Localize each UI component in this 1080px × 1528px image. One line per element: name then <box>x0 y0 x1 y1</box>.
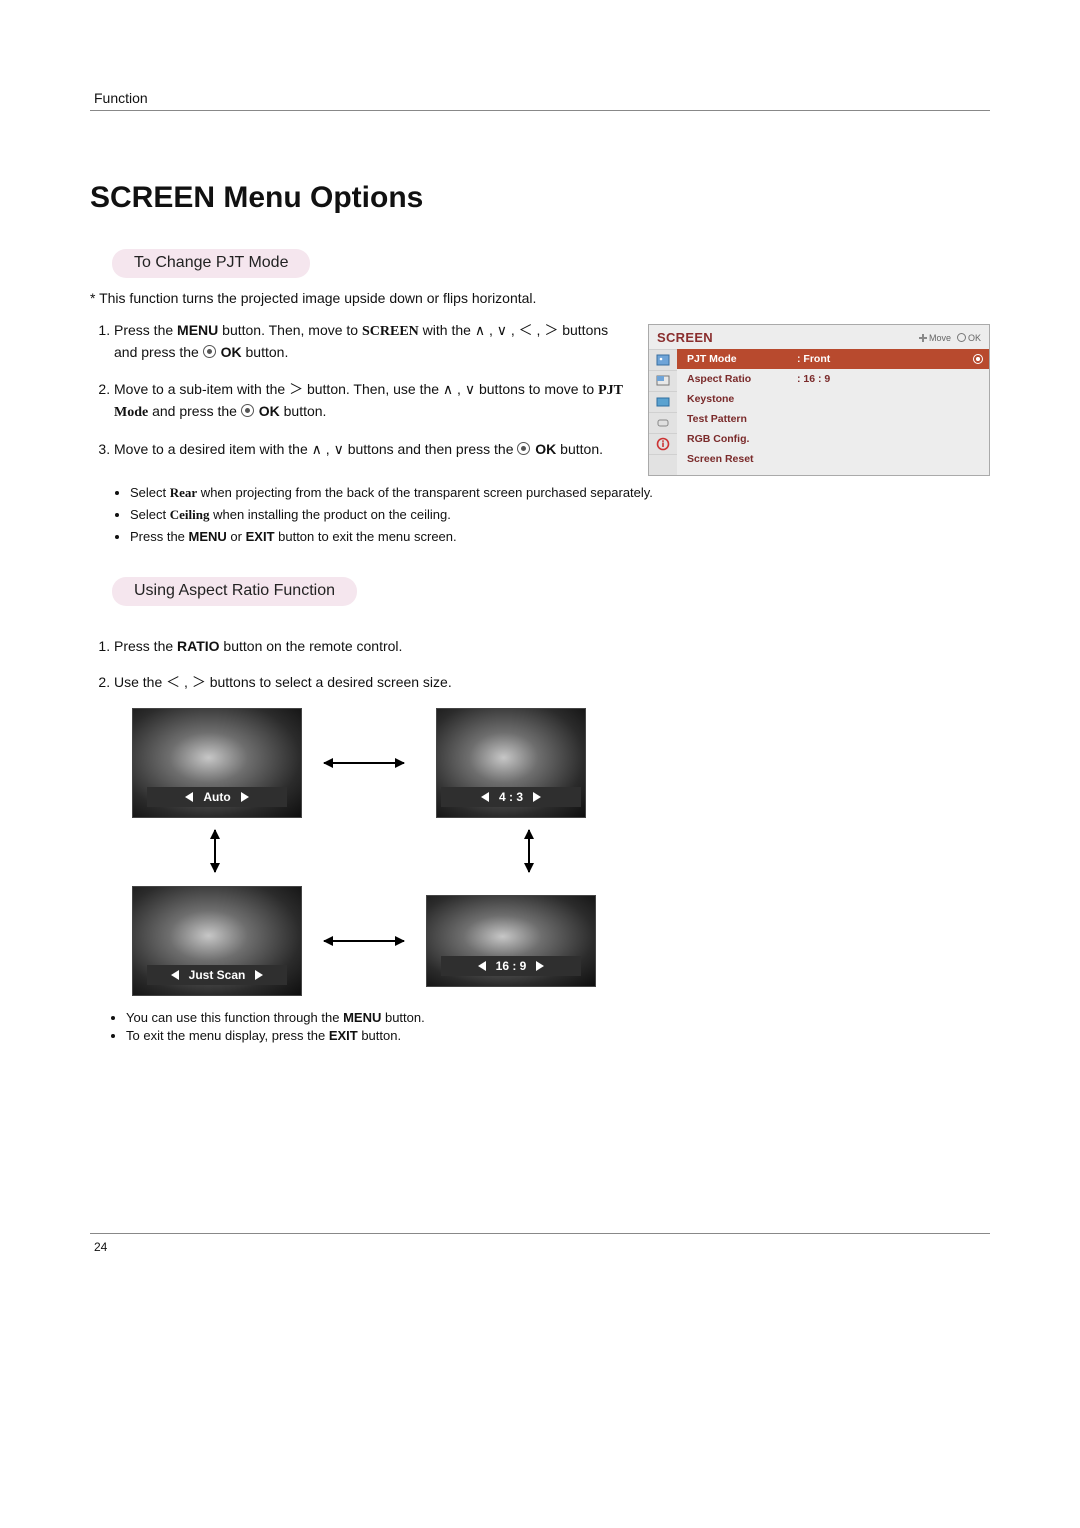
right-arrow-icon <box>536 961 544 971</box>
subsection-aspect-ratio-heading: Using Aspect Ratio Function <box>112 577 357 606</box>
aspect-ratio-diagram: Auto 4 : 3 <box>132 708 612 818</box>
osd-row-test-pattern: Test Pattern <box>677 409 989 429</box>
osd-category-tabs <box>649 349 677 475</box>
double-arrow-v-icon <box>214 830 216 872</box>
pjt-mode-note: * This function turns the projected imag… <box>90 290 990 306</box>
osd-hint-move: Move <box>919 333 951 343</box>
thumb-label-16-9: 16 : 9 <box>441 956 581 976</box>
aspect-ratio-diagram-row2: Just Scan 16 : 9 <box>132 886 612 996</box>
subsection-pjt-mode-heading: To Change PJT Mode <box>112 249 310 278</box>
right-arrow-icon <box>241 792 249 802</box>
pjt-step-1: Press the MENU button. Then, move to SCR… <box>114 320 624 363</box>
page-title: SCREEN Menu Options <box>90 181 990 215</box>
osd-hint-ok: OK <box>957 333 981 343</box>
page-number: 24 <box>90 1240 990 1254</box>
pjt-step-3: Move to a desired item with the ∧ , ∨ bu… <box>114 439 624 459</box>
left-arrow-icon <box>171 970 179 980</box>
osd-tab-blank <box>649 454 677 475</box>
thumb-label-auto: Auto <box>147 787 287 807</box>
osd-tab-screen-icon <box>649 370 677 391</box>
osd-row-pjt-mode: PJT Mode: Front <box>677 349 989 369</box>
osd-row-screen-reset: Screen Reset <box>677 449 989 469</box>
aspect-ratio-bullets: You can use this function through the ME… <box>90 1010 990 1043</box>
pjt-mode-steps: Press the MENU button. Then, move to SCR… <box>90 320 624 459</box>
thumb-auto: Auto <box>132 708 302 818</box>
osd-tab-time-icon <box>649 412 677 433</box>
ok-circle-icon <box>957 333 966 342</box>
right-arrow-icon <box>533 792 541 802</box>
ok-dot-icon <box>241 404 254 417</box>
osd-tab-picture-icon <box>649 349 677 370</box>
left-arrow-icon <box>481 792 489 802</box>
thumb-label-4-3: 4 : 3 <box>441 787 581 807</box>
thumb-4-3: 4 : 3 <box>436 708 586 818</box>
thumb-just-scan: Just Scan <box>132 886 302 996</box>
double-arrow-h-icon <box>324 762 404 764</box>
manual-page: Function SCREEN Menu Options To Change P… <box>0 0 1080 1294</box>
thumb-16-9: 16 : 9 <box>426 895 596 987</box>
left-arrow-icon <box>185 792 193 802</box>
osd-screen-menu: SCREEN Move OK PJT Mode: Front <box>648 324 990 476</box>
double-arrow-v-icon <box>528 830 530 872</box>
bullet-rear: Select Rear when projecting from the bac… <box>130 484 990 502</box>
aspect-step-2: Use the ＜ , ＞ buttons to select a desire… <box>114 672 990 692</box>
pjt-mode-bullets: Select Rear when projecting from the bac… <box>90 484 990 547</box>
osd-row-keystone: Keystone <box>677 389 989 409</box>
pjt-step-2: Move to a sub-item with the ＞ button. Th… <box>114 379 624 424</box>
bullet-exit-menu: To exit the menu display, press the EXIT… <box>126 1028 990 1043</box>
osd-tab-info-icon <box>649 433 677 454</box>
bullet-menu-access: You can use this function through the ME… <box>126 1010 990 1025</box>
header-rule <box>90 110 990 111</box>
bullet-ceiling: Select Ceiling when installing the produ… <box>130 506 990 524</box>
nav-cross-icon <box>919 334 927 342</box>
running-head: Function <box>90 90 990 106</box>
osd-row-aspect-ratio: Aspect Ratio: 16 : 9 <box>677 369 989 389</box>
aspect-ratio-steps: Press the RATIO button on the remote con… <box>90 636 990 693</box>
double-arrow-h-icon <box>324 940 404 942</box>
osd-item-list: PJT Mode: Front Aspect Ratio: 16 : 9 Key… <box>677 349 989 475</box>
aspect-step-1: Press the RATIO button on the remote con… <box>114 636 990 656</box>
vertical-arrows-row <box>132 830 612 872</box>
osd-title: SCREEN <box>657 330 913 345</box>
right-arrow-icon <box>255 970 263 980</box>
bullet-exit: Press the MENU or EXIT button to exit th… <box>130 528 990 546</box>
left-arrow-icon <box>478 961 486 971</box>
ok-dot-icon <box>203 345 216 358</box>
osd-row-rgb-config: RGB Config. <box>677 429 989 449</box>
ok-dot-icon <box>517 442 530 455</box>
osd-tab-option-icon <box>649 391 677 412</box>
footer-rule <box>90 1233 990 1234</box>
thumb-label-just-scan: Just Scan <box>147 965 287 985</box>
